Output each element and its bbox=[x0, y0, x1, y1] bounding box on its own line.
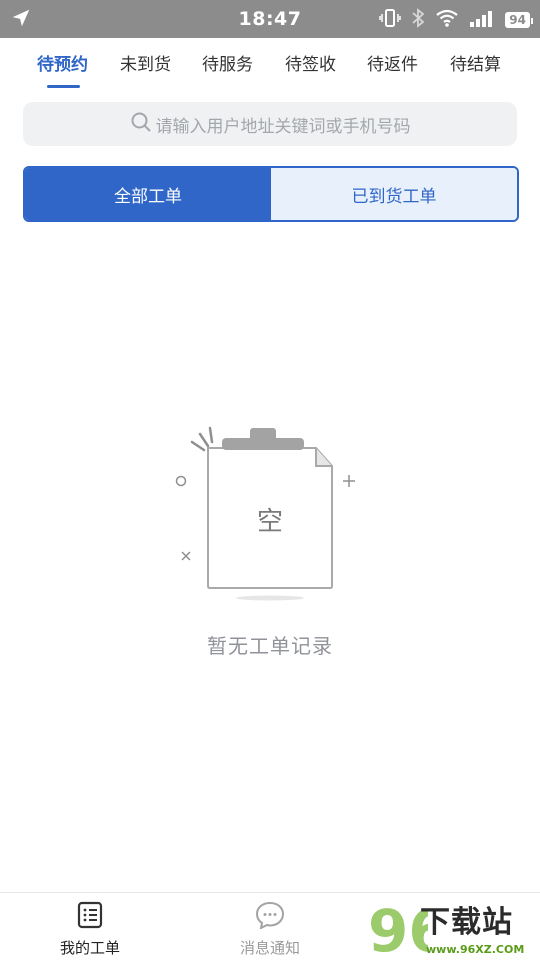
tab-not-arrived[interactable]: 未到货 bbox=[120, 50, 171, 75]
nav-my-orders-label: 我的工单 bbox=[59, 939, 120, 957]
empty-clipboard-illustration: 空 bbox=[175, 426, 355, 601]
search-input[interactable]: 请输入用户地址关键词或手机号码 bbox=[23, 102, 517, 146]
active-tab-indicator bbox=[47, 85, 80, 88]
tab-pending-settlement[interactable]: 待结算 bbox=[450, 50, 501, 75]
tab-pending-appointment[interactable]: 待预约 bbox=[37, 50, 88, 75]
status-icons: 94 bbox=[379, 8, 533, 32]
message-bubble-icon bbox=[255, 901, 285, 933]
search-icon bbox=[130, 111, 156, 138]
nav-my-orders[interactable]: 我的工单 bbox=[45, 901, 135, 958]
watermark-url: www.96XZ.COM bbox=[426, 943, 525, 956]
bluetooth-icon bbox=[411, 8, 425, 32]
empty-illustration-label: 空 bbox=[257, 507, 283, 537]
status-bar: 18:47 94 bbox=[0, 0, 540, 38]
watermark-logo: 96 下载站 www.96XZ.COM bbox=[368, 895, 538, 960]
watermark-number: 96 bbox=[368, 897, 428, 960]
wifi-icon bbox=[435, 9, 459, 31]
segment-all-orders[interactable]: 全部工单 bbox=[25, 168, 271, 220]
signal-icon bbox=[469, 9, 495, 31]
tab-pending-return[interactable]: 待返件 bbox=[367, 50, 418, 75]
empty-message: 暂无工单记录 bbox=[207, 634, 333, 658]
tab-pending-signoff[interactable]: 待签收 bbox=[285, 50, 336, 75]
tab-pending-service[interactable]: 待服务 bbox=[202, 50, 253, 75]
order-status-tabs: 待预约 未到货 待服务 待签收 待返件 待结算 bbox=[0, 38, 540, 94]
segment-arrived-orders[interactable]: 已到货工单 bbox=[271, 168, 517, 220]
work-order-list-icon bbox=[76, 901, 104, 933]
watermark-96-icon: 96 bbox=[368, 897, 428, 960]
order-filter-segment: 全部工单 已到货工单 bbox=[23, 166, 519, 222]
battery-icon: 94 bbox=[505, 12, 533, 28]
search-placeholder: 请输入用户地址关键词或手机号码 bbox=[155, 116, 411, 137]
nav-message-notifications-label: 消息通知 bbox=[239, 939, 300, 957]
watermark-title: 下载站 bbox=[420, 905, 513, 940]
vibrate-icon bbox=[379, 8, 402, 32]
nav-message-notifications[interactable]: 消息通知 bbox=[225, 901, 315, 958]
